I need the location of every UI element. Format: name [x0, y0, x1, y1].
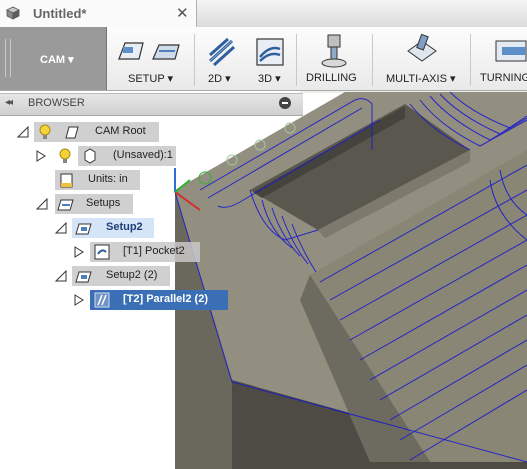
tree-label: [T1] Pocket2 — [123, 245, 185, 257]
pocket-icon — [94, 244, 110, 260]
tree-label: (Unsaved):1 — [113, 149, 173, 161]
setup-label: SETUP ▾ — [128, 73, 174, 85]
collapsed-arrow-icon[interactable] — [74, 246, 84, 258]
tree-node-setup2-2[interactable]: Setup2 (2) — [0, 266, 300, 286]
setup-folder-icon — [75, 271, 92, 283]
units-icon — [60, 173, 73, 188]
tree-label: CAM Root — [95, 125, 146, 137]
lightbulb-icon[interactable] — [58, 148, 72, 164]
tree-node-setups[interactable]: Setups — [0, 194, 300, 214]
tree-label: [T2] Parallel2 (2) — [123, 293, 208, 305]
tree-node-pocket2[interactable]: [T1] Pocket2 — [0, 242, 300, 262]
multi-axis-menu[interactable]: MULTI-AXIS ▾ — [378, 27, 466, 90]
turning-icon — [495, 40, 527, 62]
tree-label: Setups — [86, 197, 121, 209]
2d-icon — [208, 37, 236, 67]
3d-menu[interactable]: 3D ▾ — [246, 27, 294, 90]
collapsed-arrow-icon[interactable] — [74, 294, 84, 306]
setup-menu[interactable]: SETUP ▾ — [110, 27, 192, 90]
drilling-label: DRILLING — [306, 72, 357, 84]
turning-label: TURNING — [480, 72, 527, 84]
tree-node-parallel2-2[interactable]: [T2] Parallel2 (2) — [0, 290, 300, 310]
lightbulb-icon[interactable] — [38, 124, 52, 140]
document-title: Untitled* — [33, 6, 87, 21]
workspace-label: CAM ▾ — [40, 54, 74, 66]
3d-label: 3D ▾ — [258, 73, 281, 85]
workspace-switcher[interactable]: CAM ▾ — [0, 27, 107, 90]
tree-node-setup2[interactable]: Setup2 — [0, 218, 300, 238]
turning-menu[interactable]: TURNING — [476, 27, 527, 90]
tree-label: Units: in — [88, 173, 128, 185]
multi-axis-label: MULTI-AXIS ▾ — [386, 73, 456, 85]
expanded-arrow-icon[interactable] — [54, 270, 68, 282]
expanded-arrow-icon[interactable] — [54, 222, 68, 234]
tree-label: Setup2 — [106, 221, 143, 233]
setup-folder-icon — [75, 223, 92, 235]
multi-axis-icon — [407, 33, 437, 62]
expanded-arrow-icon[interactable] — [35, 198, 49, 210]
close-tab-icon[interactable]: ✕ — [176, 4, 189, 22]
cam-root-icon — [65, 126, 79, 139]
document-cube-icon — [6, 6, 20, 20]
3d-icon — [256, 38, 284, 66]
grip-handle-icon[interactable] — [5, 39, 11, 77]
drilling-icon — [321, 34, 347, 68]
2d-menu[interactable]: 2D ▾ — [198, 27, 242, 90]
collapse-browser-icon[interactable]: ◂◂ — [5, 97, 13, 108]
tree-node-units[interactable]: Units: in — [0, 170, 300, 190]
2d-label: 2D ▾ — [208, 73, 231, 85]
browser-title: BROWSER — [28, 97, 85, 109]
drilling-button[interactable]: DRILLING — [300, 27, 366, 90]
expanded-arrow-icon[interactable] — [16, 126, 30, 138]
minimize-browser-icon[interactable] — [279, 97, 291, 109]
tree-label: Setup2 (2) — [106, 269, 158, 281]
setup-icon — [118, 42, 180, 60]
folder-icon — [57, 199, 74, 211]
tree-node-cam-root[interactable]: CAM Root — [0, 122, 300, 142]
parallel-icon — [94, 292, 110, 308]
collapsed-arrow-icon[interactable] — [36, 150, 46, 162]
component-icon — [84, 148, 96, 164]
tree-node-unsaved[interactable]: (Unsaved):1 — [0, 146, 300, 166]
document-tab[interactable]: Untitled* ✕ — [0, 0, 197, 27]
